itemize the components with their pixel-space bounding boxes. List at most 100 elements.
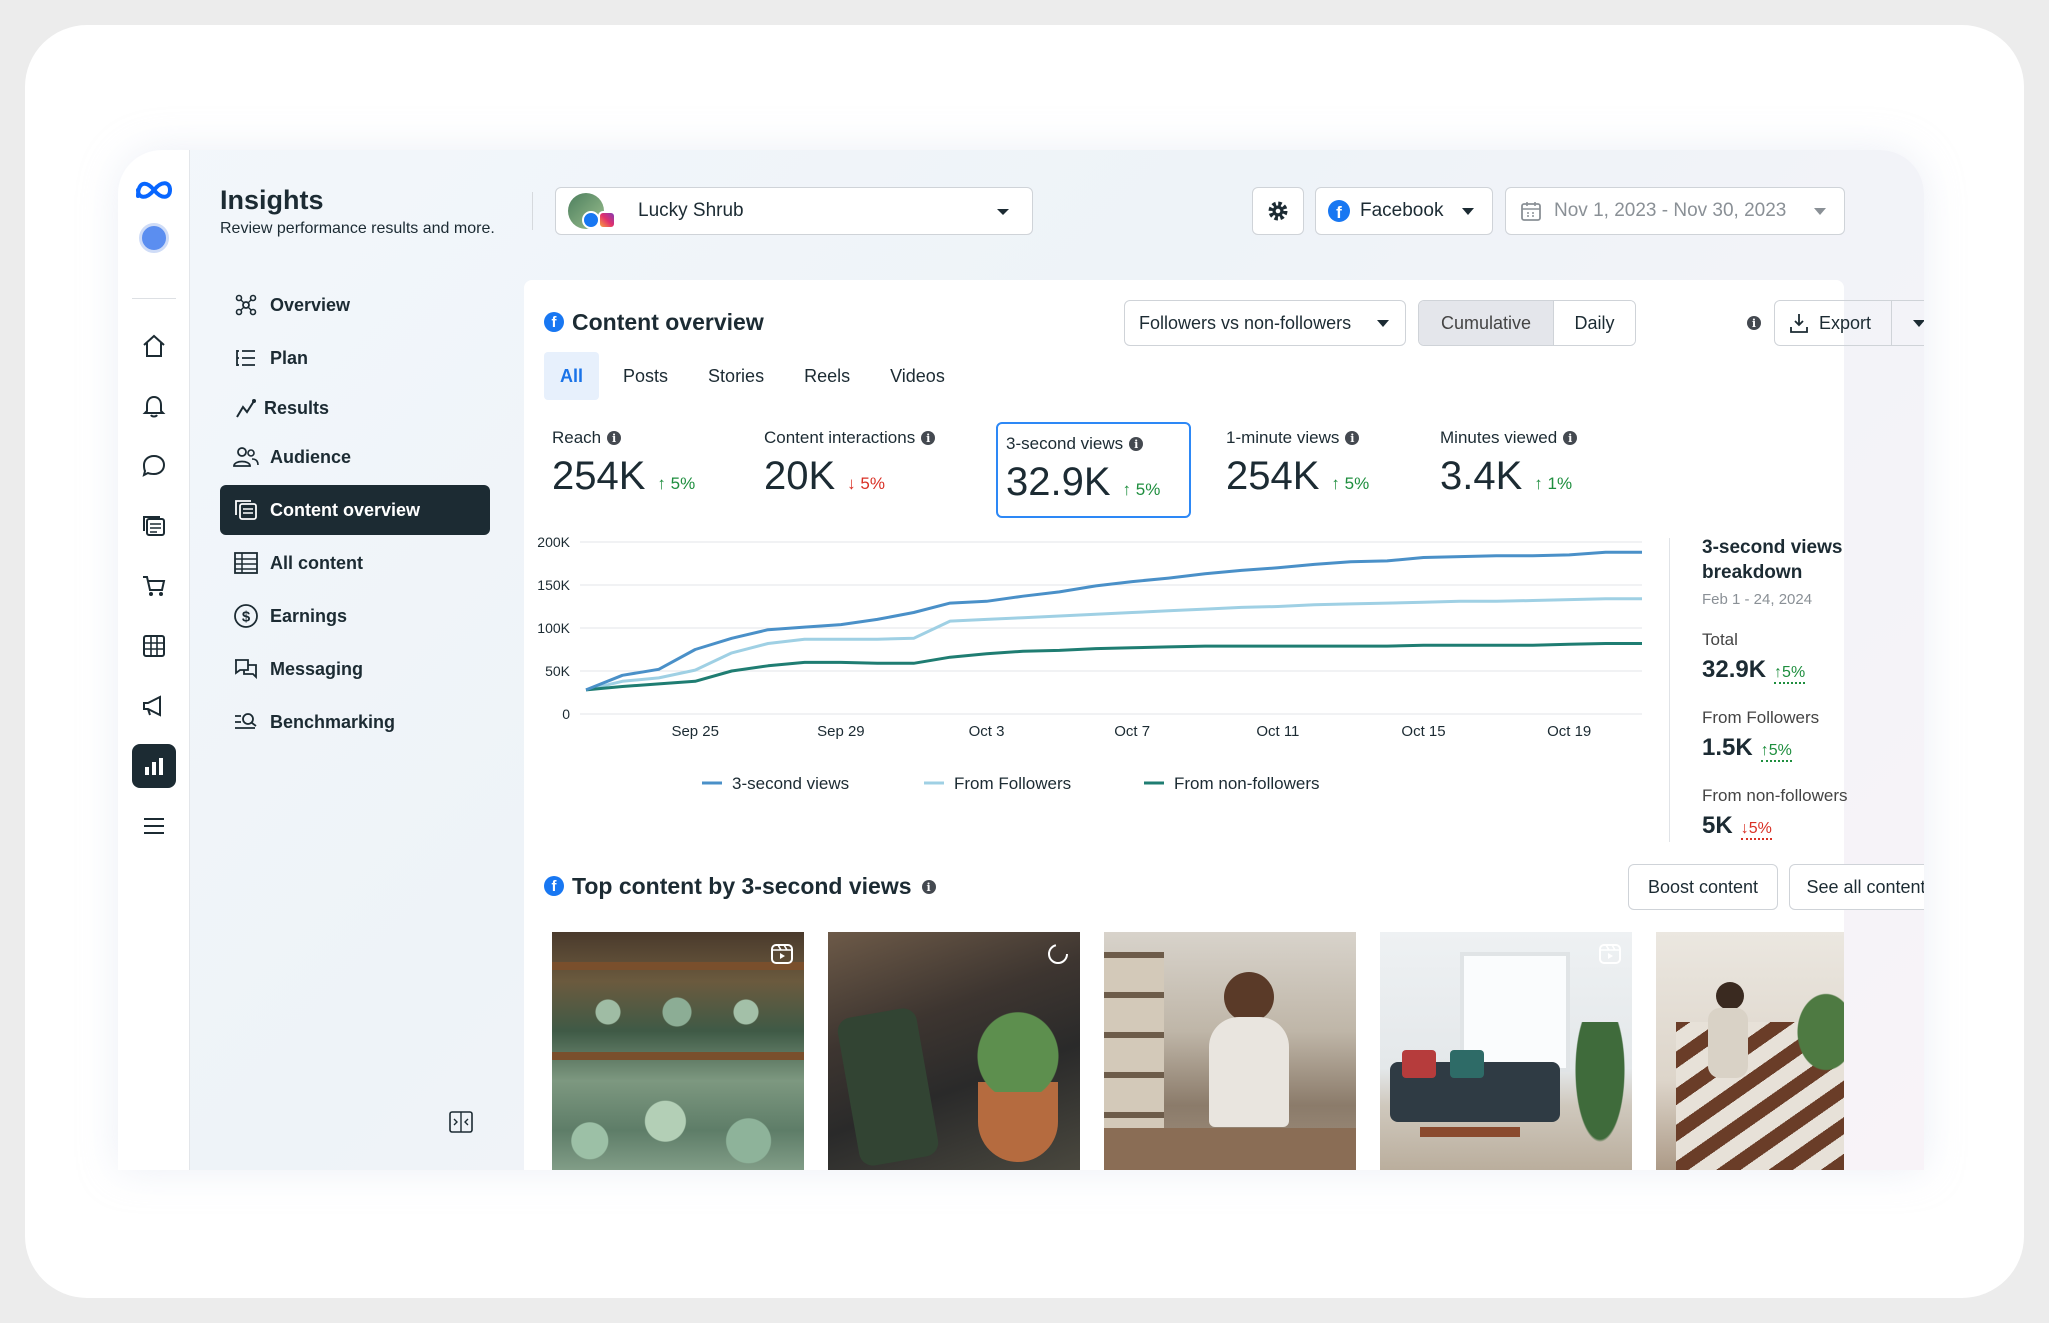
table-icon: [232, 549, 260, 577]
info-icon[interactable]: i: [921, 879, 936, 894]
facebook-icon: f: [544, 876, 564, 896]
gear-icon: [1268, 201, 1288, 221]
x-tick-label: Sep 25: [671, 723, 719, 740]
info-icon[interactable]: i: [1345, 431, 1360, 445]
nav-item-earnings[interactable]: $ Earnings: [220, 591, 490, 641]
content-overview-panel: f Content overview Followers vs non-foll…: [524, 280, 1924, 1170]
rail-divider: [132, 298, 176, 299]
info-icon[interactable]: i: [1747, 316, 1761, 330]
home-icon[interactable]: [132, 324, 176, 368]
collapse-sidebar-icon[interactable]: [448, 1110, 474, 1134]
breakdown-label: From non-followers: [1702, 786, 1848, 805]
breakdown-panel: 3-second views breakdown Feb 1 - 24, 202…: [1702, 535, 1872, 840]
breakdown-change: ↑5%: [1774, 664, 1806, 684]
metric-content-interactions[interactable]: Content interactions i 20K ↓ 5%: [764, 428, 936, 524]
daily-button[interactable]: Daily: [1553, 301, 1635, 345]
breakdown-label: Total: [1702, 630, 1738, 649]
metric-label: Reach: [552, 428, 602, 447]
views-line-chart: 0 50K 100K 150K 200K Sep 25 Sep 29 Oct 3 Oct 7 Oc…: [537, 534, 1642, 793]
instagram-badge-icon: [598, 211, 616, 229]
tab-videos[interactable]: Videos: [874, 352, 961, 400]
nav-item-benchmarking[interactable]: Benchmarking: [220, 697, 490, 747]
metric-minutes-viewed[interactable]: Minutes viewed i 3.4K ↑ 1%: [1440, 428, 1578, 524]
nav-item-overview[interactable]: Overview: [220, 280, 490, 330]
overview-icon: [232, 291, 260, 319]
metric-value: 254K: [552, 454, 646, 498]
platform-selector[interactable]: f Facebook: [1315, 187, 1493, 235]
breakdown-value: 32.9K: [1702, 656, 1767, 683]
nav-item-results[interactable]: Results: [220, 383, 490, 433]
facebook-icon: f: [544, 312, 564, 332]
cumulative-button[interactable]: Cumulative: [1419, 301, 1553, 345]
svg-text:$: $: [242, 609, 251, 626]
results-icon: [232, 394, 260, 422]
insights-icon[interactable]: [132, 744, 176, 788]
megaphone-icon[interactable]: [132, 684, 176, 728]
x-tick-label: Sep 29: [817, 723, 865, 740]
boost-content-button[interactable]: Boost content: [1628, 864, 1778, 910]
metric-change: ↑ 1%: [1534, 474, 1573, 493]
thumbnail-watering-plant[interactable]: [828, 932, 1080, 1170]
reel-icon: [1598, 942, 1622, 971]
bell-icon[interactable]: [132, 384, 176, 428]
nav-item-plan[interactable]: Plan: [220, 333, 490, 383]
thumbnail-staircase-plants[interactable]: [1656, 932, 1844, 1170]
menu-icon[interactable]: [132, 804, 176, 848]
nav-item-all-content[interactable]: All content: [220, 538, 490, 588]
breakdown-value: 5K: [1702, 812, 1733, 839]
nav-label: Results: [264, 397, 330, 418]
legend-label: From non-followers: [1174, 774, 1320, 793]
caret-down-icon[interactable]: [1913, 320, 1924, 327]
thumbnail-person-on-phone[interactable]: [1104, 932, 1356, 1170]
messaging-icon: [232, 655, 260, 683]
page-selector[interactable]: Lucky Shrub: [555, 187, 1033, 235]
nav-item-content-overview[interactable]: Content overview: [220, 485, 490, 535]
y-tick-label: 150K: [537, 577, 570, 593]
see-all-content-button[interactable]: See all content: [1789, 864, 1924, 910]
tab-all[interactable]: All: [544, 352, 600, 400]
view-mode-toggle: Cumulative Daily: [1418, 300, 1636, 346]
chat-icon[interactable]: [132, 444, 176, 488]
grid-icon[interactable]: [132, 624, 176, 668]
profile-avatar[interactable]: [132, 216, 176, 260]
settings-button[interactable]: [1252, 187, 1304, 235]
nav-label: Benchmarking: [270, 711, 396, 732]
benchmark-icon: [232, 708, 260, 736]
tab-posts[interactable]: Posts: [607, 352, 684, 400]
date-range-picker[interactable]: Nov 1, 2023 - Nov 30, 2023: [1505, 187, 1845, 235]
platform-label: Facebook: [1360, 200, 1444, 221]
insights-app: Insights Review performance results and …: [118, 150, 1924, 1170]
tab-reels[interactable]: Reels: [788, 352, 866, 400]
nav-label: Plan: [270, 347, 309, 368]
info-icon[interactable]: i: [1563, 431, 1578, 445]
nav-label: Audience: [270, 446, 352, 467]
content-overview-icon: [232, 496, 260, 524]
metric-label: 1-minute views: [1226, 428, 1340, 447]
metric-3-second-views[interactable]: 3-second views i 32.9K ↑ 5%: [996, 422, 1191, 518]
comparison-dropdown[interactable]: Followers vs non-followers: [1124, 300, 1406, 346]
nav-item-messaging[interactable]: Messaging: [220, 644, 490, 694]
export-button[interactable]: Export: [1774, 300, 1924, 346]
tab-stories[interactable]: Stories: [692, 352, 780, 400]
nav-item-audience[interactable]: Audience: [220, 432, 490, 482]
reel-icon: [770, 942, 794, 971]
info-icon[interactable]: i: [607, 431, 622, 445]
metric-1-minute-views[interactable]: 1-minute views i 254K ↑ 5%: [1226, 428, 1369, 524]
thumbnail-greenhouse-succulents[interactable]: [552, 932, 804, 1170]
caret-down-icon: [1814, 208, 1826, 215]
info-icon[interactable]: i: [1129, 437, 1144, 451]
metric-value: 20K: [764, 454, 836, 498]
metric-reach[interactable]: Reach i 254K ↑ 5%: [552, 428, 695, 524]
caret-down-icon: [1377, 320, 1389, 327]
meta-logo-icon[interactable]: [132, 168, 176, 212]
calendar-icon: [1521, 202, 1541, 221]
info-icon[interactable]: i: [921, 431, 936, 445]
plan-icon: [232, 344, 260, 372]
thumbnail-living-room[interactable]: [1380, 932, 1632, 1170]
breakdown-value: 1.5K: [1702, 734, 1753, 761]
metric-label: Content interactions: [764, 428, 916, 447]
cart-icon[interactable]: [132, 564, 176, 608]
pages-icon[interactable]: [132, 504, 176, 548]
metric-change: ↓ 5%: [847, 474, 885, 493]
legend-label: From Followers: [954, 774, 1071, 793]
